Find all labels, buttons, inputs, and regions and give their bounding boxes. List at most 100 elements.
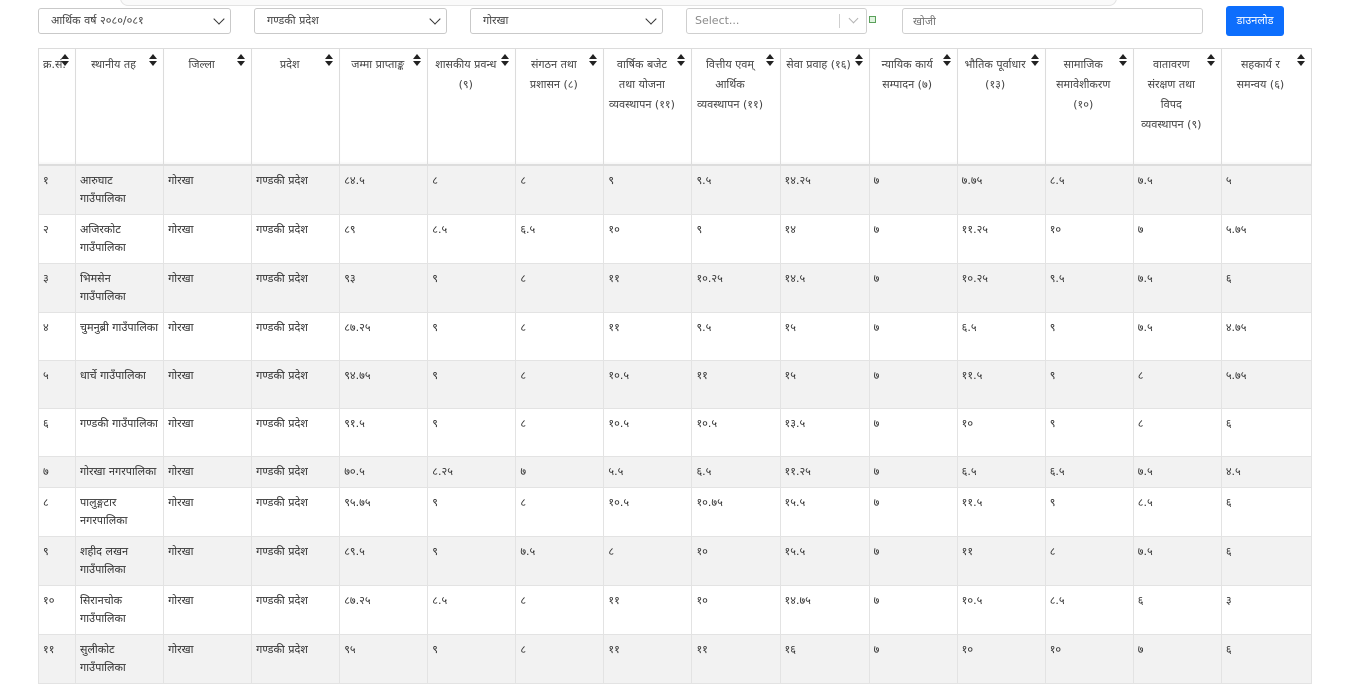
table-cell: ७.७५ — [956, 164, 1046, 215]
sort-icon[interactable] — [677, 54, 686, 66]
column-header-14[interactable]: सहकार्य र समन्वय (६) — [1220, 48, 1313, 166]
table-cell: ११.२५ — [779, 456, 870, 488]
table-cell: ८.५ — [427, 214, 517, 264]
table-cell: ५.५ — [603, 456, 693, 488]
results-table: क्र.सं. स्थानीय तह जिल्ला प्रदेश जम्मा प्राप… — [37, 48, 1313, 684]
table-cell: ८ — [603, 536, 693, 586]
table-cell: ६.५ — [956, 312, 1046, 361]
table-cell: ८७.२५ — [339, 312, 429, 361]
sort-icon[interactable] — [237, 54, 246, 66]
table-cell: १०.७५ — [691, 487, 781, 537]
table-cell: ८ — [515, 634, 605, 684]
table-cell: ६.५ — [956, 456, 1046, 488]
province-value: गण्डकी प्रदेश — [267, 14, 319, 27]
column-header-label: वातावरण संरक्षण तथा विपद व्यवस्थापन (९) — [1141, 58, 1202, 131]
table-cell: ९१.५ — [339, 408, 429, 457]
column-header-7[interactable]: वार्षिक बजेट तथा योजना व्यवस्थापन (११) — [603, 48, 693, 166]
table-cell: ७ — [868, 536, 958, 586]
sort-icon[interactable] — [1206, 54, 1215, 66]
column-header-label: सामाजिक समावेशीकरण (१०) — [1056, 58, 1111, 111]
sort-icon[interactable] — [413, 54, 422, 66]
column-header-label: सहकार्य र समन्वय (६) — [1236, 58, 1285, 91]
table-cell: १४.५ — [779, 263, 870, 313]
table-cell: गण्डकी प्रदेश — [251, 585, 341, 635]
column-header-12[interactable]: सामाजिक समावेशीकरण (१०) — [1044, 48, 1134, 166]
column-header-5[interactable]: शासकीय प्रवन्ध (९) — [427, 48, 517, 166]
sort-icon[interactable] — [501, 54, 510, 66]
column-header-6[interactable]: संगठन तथा प्रशासन (८) — [515, 48, 605, 166]
table-cell: ८ — [515, 487, 605, 537]
table-cell: ५.७५ — [1220, 360, 1313, 409]
sort-icon[interactable] — [61, 54, 70, 66]
table-cell: १५.५ — [779, 536, 870, 586]
sort-icon[interactable] — [1297, 54, 1305, 66]
table-cell: ८.२५ — [427, 456, 517, 488]
table-cell: पालुङ्गटार नगरपालिका — [75, 487, 165, 537]
table-cell: ९ — [603, 164, 693, 215]
table-row: १० सिरानचोक गाउँपालिका गोरखा गण्डकी प्रदेश ८… — [37, 585, 1313, 635]
table-cell: ८.५ — [1044, 164, 1134, 215]
search-input[interactable] — [902, 8, 1203, 34]
province-select[interactable]: गण्डकी प्रदेश — [254, 8, 447, 34]
table-cell: ११ — [603, 634, 693, 684]
column-header-3[interactable]: प्रदेश — [251, 48, 341, 166]
sort-icon[interactable] — [1118, 54, 1127, 66]
table-cell: गण्डकी प्रदेश — [251, 360, 341, 409]
table-cell: ६ — [1220, 408, 1313, 457]
table-cell: ८९.५ — [339, 536, 429, 586]
table-body: १ आरुघाट गाउँपालिका गोरखा गण्डकी प्रदेश ८४.५… — [37, 164, 1313, 684]
sort-icon[interactable] — [942, 54, 951, 66]
table-cell: गण्डकी प्रदेश — [251, 263, 341, 313]
table-row: ५ धार्चे गाउँपालिका गोरखा गण्डकी प्रदेश ९४.७… — [37, 360, 1313, 409]
sort-icon[interactable] — [765, 54, 774, 66]
sort-icon[interactable] — [589, 54, 598, 66]
table-cell: ६ — [1220, 263, 1313, 313]
fiscal-year-select[interactable]: आर्थिक वर्ष २०८०/०८१ — [38, 8, 231, 34]
table-cell: ९ — [427, 312, 517, 361]
table-cell: ९ — [427, 634, 517, 684]
table-cell: ७ — [868, 487, 958, 537]
table-cell: ७ — [868, 263, 958, 313]
table-cell: ११ — [37, 634, 77, 684]
multiselect-placeholder: Select... — [695, 14, 740, 27]
column-header-13[interactable]: वातावरण संरक्षण तथा विपद व्यवस्थापन (९) — [1132, 48, 1222, 166]
table-cell: ८ — [515, 360, 605, 409]
sort-icon[interactable] — [1030, 54, 1039, 66]
sort-icon[interactable] — [149, 54, 158, 66]
column-header-2[interactable]: जिल्ला — [163, 48, 253, 166]
column-header-4[interactable]: जम्मा प्राप्ताङ्क — [339, 48, 429, 166]
table-cell: गण्डकी प्रदेश — [251, 634, 341, 684]
table-cell: ७ — [868, 634, 958, 684]
table-cell: गोरखा — [163, 585, 253, 635]
table-cell: ८९ — [339, 214, 429, 264]
table-cell: ६.५ — [691, 456, 781, 488]
table-cell: ७ — [868, 312, 958, 361]
district-select[interactable]: गोरखा — [470, 8, 663, 34]
download-button[interactable]: डाउनलोड — [1226, 6, 1284, 36]
table-cell: १० — [1044, 634, 1134, 684]
sort-icon[interactable] — [325, 54, 334, 66]
sort-icon[interactable] — [854, 54, 863, 66]
column-header-9[interactable]: सेवा प्रवाह (१६) — [779, 48, 870, 166]
column-header-1[interactable]: स्थानीय तह — [75, 48, 165, 166]
column-header-11[interactable]: भौतिक पूर्वाधार (१३) — [956, 48, 1046, 166]
table-cell: धार्चे गाउँपालिका — [75, 360, 165, 409]
table-cell: १६ — [779, 634, 870, 684]
table-cell: ७ — [37, 456, 77, 488]
local-level-multiselect[interactable]: Select... — [686, 8, 867, 34]
chevron-down-icon[interactable] — [848, 13, 859, 24]
column-header-label: स्थानीय तह — [91, 58, 136, 71]
table-cell: ९ — [1044, 312, 1134, 361]
column-header-0[interactable]: क्र.सं. — [37, 48, 77, 166]
table-cell: ६ — [37, 408, 77, 457]
table-cell: ७ — [1132, 634, 1222, 684]
table-cell: १५ — [779, 360, 870, 409]
table-cell: भिमसेन गाउँपालिका — [75, 263, 165, 313]
table-cell: ९ — [427, 408, 517, 457]
table-row: ९ शहीद लखन गाउँपालिका गोरखा गण्डकी प्रदेश ८९… — [37, 536, 1313, 586]
table-cell: १०.५ — [603, 408, 693, 457]
column-header-8[interactable]: वित्तीय एवम् आर्थिक व्यवस्थापन (११) — [691, 48, 781, 166]
column-header-10[interactable]: न्यायिक कार्य सम्पादन (७) — [868, 48, 958, 166]
table-cell: ९४.७५ — [339, 360, 429, 409]
table-cell: गोरखा — [163, 360, 253, 409]
